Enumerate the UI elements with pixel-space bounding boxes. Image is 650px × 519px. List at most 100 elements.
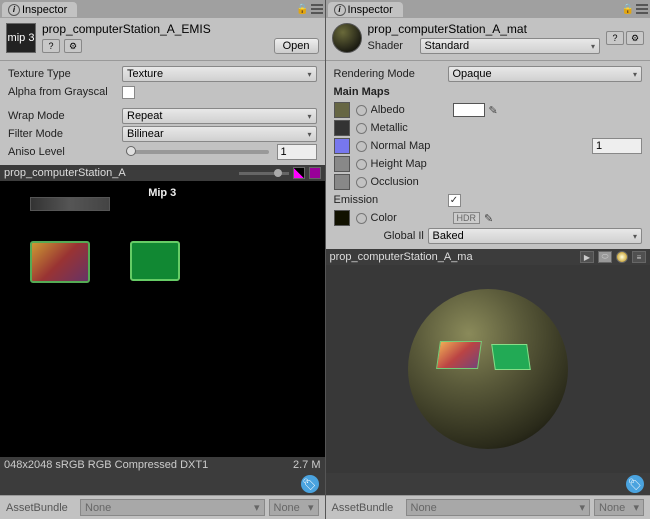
albedo-radio[interactable] [356, 105, 367, 116]
tag-icon[interactable]: 🏷 [301, 475, 319, 493]
gear-icon[interactable]: ⚙ [626, 31, 644, 45]
chevron-down-icon: ▾ [633, 70, 637, 79]
height-texture-slot[interactable] [334, 156, 350, 172]
metallic-radio[interactable] [356, 123, 367, 134]
texture-asset-icon: mip 3 [6, 23, 36, 53]
preview-shape-icon[interactable]: ⬭ [598, 251, 612, 263]
material-preview[interactable] [326, 265, 650, 473]
emission-label: Emission [334, 194, 444, 206]
tab-bar: i Inspector 🔒 [0, 0, 325, 18]
emission-checkbox[interactable]: ✓ [448, 194, 461, 207]
material-sphere [408, 289, 568, 449]
preview-menu-icon[interactable]: ≡ [632, 251, 646, 263]
chevron-down-icon: ▾ [254, 501, 260, 514]
normal-value-field[interactable] [592, 138, 642, 154]
mip-slider[interactable] [239, 172, 289, 175]
eyedropper-icon[interactable]: ✎ [484, 212, 493, 225]
left-inspector-panel: i Inspector 🔒 mip 3 prop_computerStation… [0, 0, 325, 519]
metallic-texture-slot[interactable] [334, 120, 350, 136]
texture-content [30, 197, 110, 211]
normal-texture-slot[interactable] [334, 138, 350, 154]
asset-name: prop_computerStation_A_EMIS [42, 22, 319, 36]
emission-texture-slot[interactable] [334, 210, 350, 226]
slider-thumb[interactable] [126, 146, 136, 156]
preview-title: prop_computerStation_A [4, 167, 235, 179]
material-properties: Rendering Mode Opaque▾ Main Maps Albedo … [326, 61, 650, 249]
tag-row: 🏷 [326, 473, 650, 495]
chevron-down-icon: ▾ [307, 70, 311, 79]
assetbundle-label: AssetBundle [6, 502, 76, 514]
tab-inspector[interactable]: i Inspector [2, 2, 77, 17]
inspector-icon: i [334, 4, 346, 16]
assetbundle-variant-dropdown[interactable]: None▾ [269, 499, 319, 516]
global-illumination-dropdown[interactable]: Baked▾ [428, 228, 643, 244]
texture-content [30, 241, 90, 283]
aniso-value-field[interactable] [277, 144, 317, 160]
tab-inspector[interactable]: i Inspector [328, 2, 403, 17]
gear-icon[interactable]: ⚙ [64, 39, 82, 53]
emission-color-radio[interactable] [356, 213, 367, 224]
open-button[interactable]: Open [274, 38, 319, 54]
filter-mode-dropdown[interactable]: Bilinear▾ [122, 126, 317, 142]
assetbundle-variant-dropdown[interactable]: None▾ [594, 499, 644, 516]
panel-menu-icon[interactable] [311, 4, 323, 14]
aniso-slider[interactable] [126, 150, 269, 154]
wrap-mode-label: Wrap Mode [8, 110, 118, 122]
shader-dropdown[interactable]: Standard▾ [420, 38, 601, 54]
occlusion-label: Occlusion [371, 176, 449, 188]
asset-header: mip 3 prop_computerStation_A_EMIS ? ⚙ Op… [0, 18, 325, 61]
hdr-badge[interactable]: HDR [453, 212, 481, 224]
texture-type-dropdown[interactable]: Texture▾ [122, 66, 317, 82]
chevron-down-icon: ▾ [307, 130, 311, 139]
height-map-label: Height Map [371, 158, 449, 170]
preview-header[interactable]: prop_computerStation_A_ma ▶ ⬭ ≡ [326, 249, 650, 265]
tab-label: Inspector [348, 4, 393, 16]
texture-format-label: 048x2048 sRGB RGB Compressed DXT1 [4, 459, 208, 471]
texture-type-label: Texture Type [8, 68, 118, 80]
lock-icon[interactable]: 🔒 [296, 4, 308, 15]
metallic-label: Metallic [371, 122, 449, 134]
texture-preview[interactable]: Mip 3 [0, 181, 325, 457]
normal-radio[interactable] [356, 141, 367, 152]
assetbundle-row: AssetBundle None▾ None▾ [0, 495, 325, 519]
tag-row: 🏷 [0, 473, 325, 495]
assetbundle-row: AssetBundle None▾ None▾ [326, 495, 650, 519]
tab-label: Inspector [22, 4, 67, 16]
preview-header[interactable]: prop_computerStation_A [0, 165, 325, 181]
chevron-down-icon: ▾ [579, 501, 585, 514]
eyedropper-icon[interactable]: ✎ [489, 104, 498, 117]
filter-mode-label: Filter Mode [8, 128, 118, 140]
wrap-mode-dropdown[interactable]: Repeat▾ [122, 108, 317, 124]
height-radio[interactable] [356, 159, 367, 170]
normal-map-label: Normal Map [371, 140, 449, 152]
light-icon[interactable] [616, 251, 628, 263]
chevron-down-icon: ▾ [307, 112, 311, 121]
global-illumination-label: Global Illumi [334, 230, 424, 242]
texture-size-label: 2.7 M [293, 459, 321, 471]
rgb-toggle-icon[interactable] [293, 167, 305, 179]
alpha-grayscale-checkbox[interactable] [122, 86, 135, 99]
occlusion-radio[interactable] [356, 177, 367, 188]
inspector-icon: i [8, 4, 20, 16]
panel-tools: 🔒 [622, 4, 648, 15]
albedo-texture-slot[interactable] [334, 102, 350, 118]
tag-icon[interactable]: 🏷 [626, 475, 644, 493]
main-maps-header: Main Maps [334, 86, 444, 98]
alpha-toggle-icon[interactable] [309, 167, 321, 179]
chevron-down-icon: ▾ [633, 232, 637, 241]
lock-icon[interactable]: 🔒 [622, 4, 634, 15]
occlusion-texture-slot[interactable] [334, 174, 350, 190]
panel-menu-icon[interactable] [636, 4, 648, 14]
assetbundle-dropdown[interactable]: None▾ [80, 499, 265, 516]
slider-thumb[interactable] [274, 169, 282, 177]
assetbundle-dropdown[interactable]: None▾ [406, 499, 591, 516]
mip-level-label: Mip 3 [148, 187, 176, 199]
play-icon[interactable]: ▶ [580, 251, 594, 263]
help-icon[interactable]: ? [606, 31, 624, 45]
albedo-color-field[interactable] [453, 103, 485, 117]
help-icon[interactable]: ? [42, 39, 60, 53]
alpha-grayscale-label: Alpha from Grayscal [8, 86, 118, 98]
rendering-mode-dropdown[interactable]: Opaque▾ [448, 66, 643, 82]
chevron-down-icon: ▾ [591, 42, 595, 51]
assetbundle-label: AssetBundle [332, 502, 402, 514]
